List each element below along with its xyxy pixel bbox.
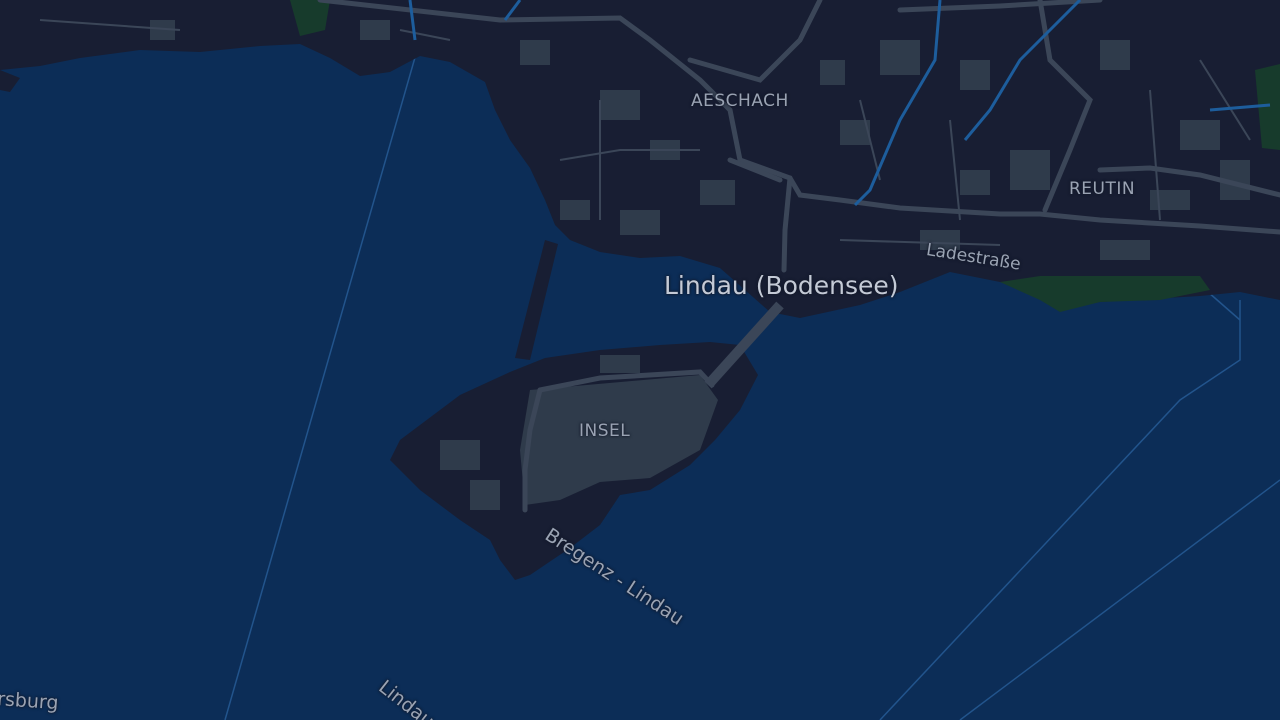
- district-label-aeschach: AESCHACH: [691, 91, 789, 111]
- map-view[interactable]: AESCHACH REUTIN INSEL Lindau (Bodensee) …: [0, 0, 1280, 720]
- town-label-lindau: Lindau (Bodensee): [664, 271, 899, 300]
- district-label-insel: INSEL: [579, 421, 631, 441]
- district-label-reutin: REUTIN: [1069, 179, 1136, 199]
- place-label-partial: rsburg: [0, 688, 60, 715]
- map-canvas[interactable]: [0, 0, 1280, 720]
